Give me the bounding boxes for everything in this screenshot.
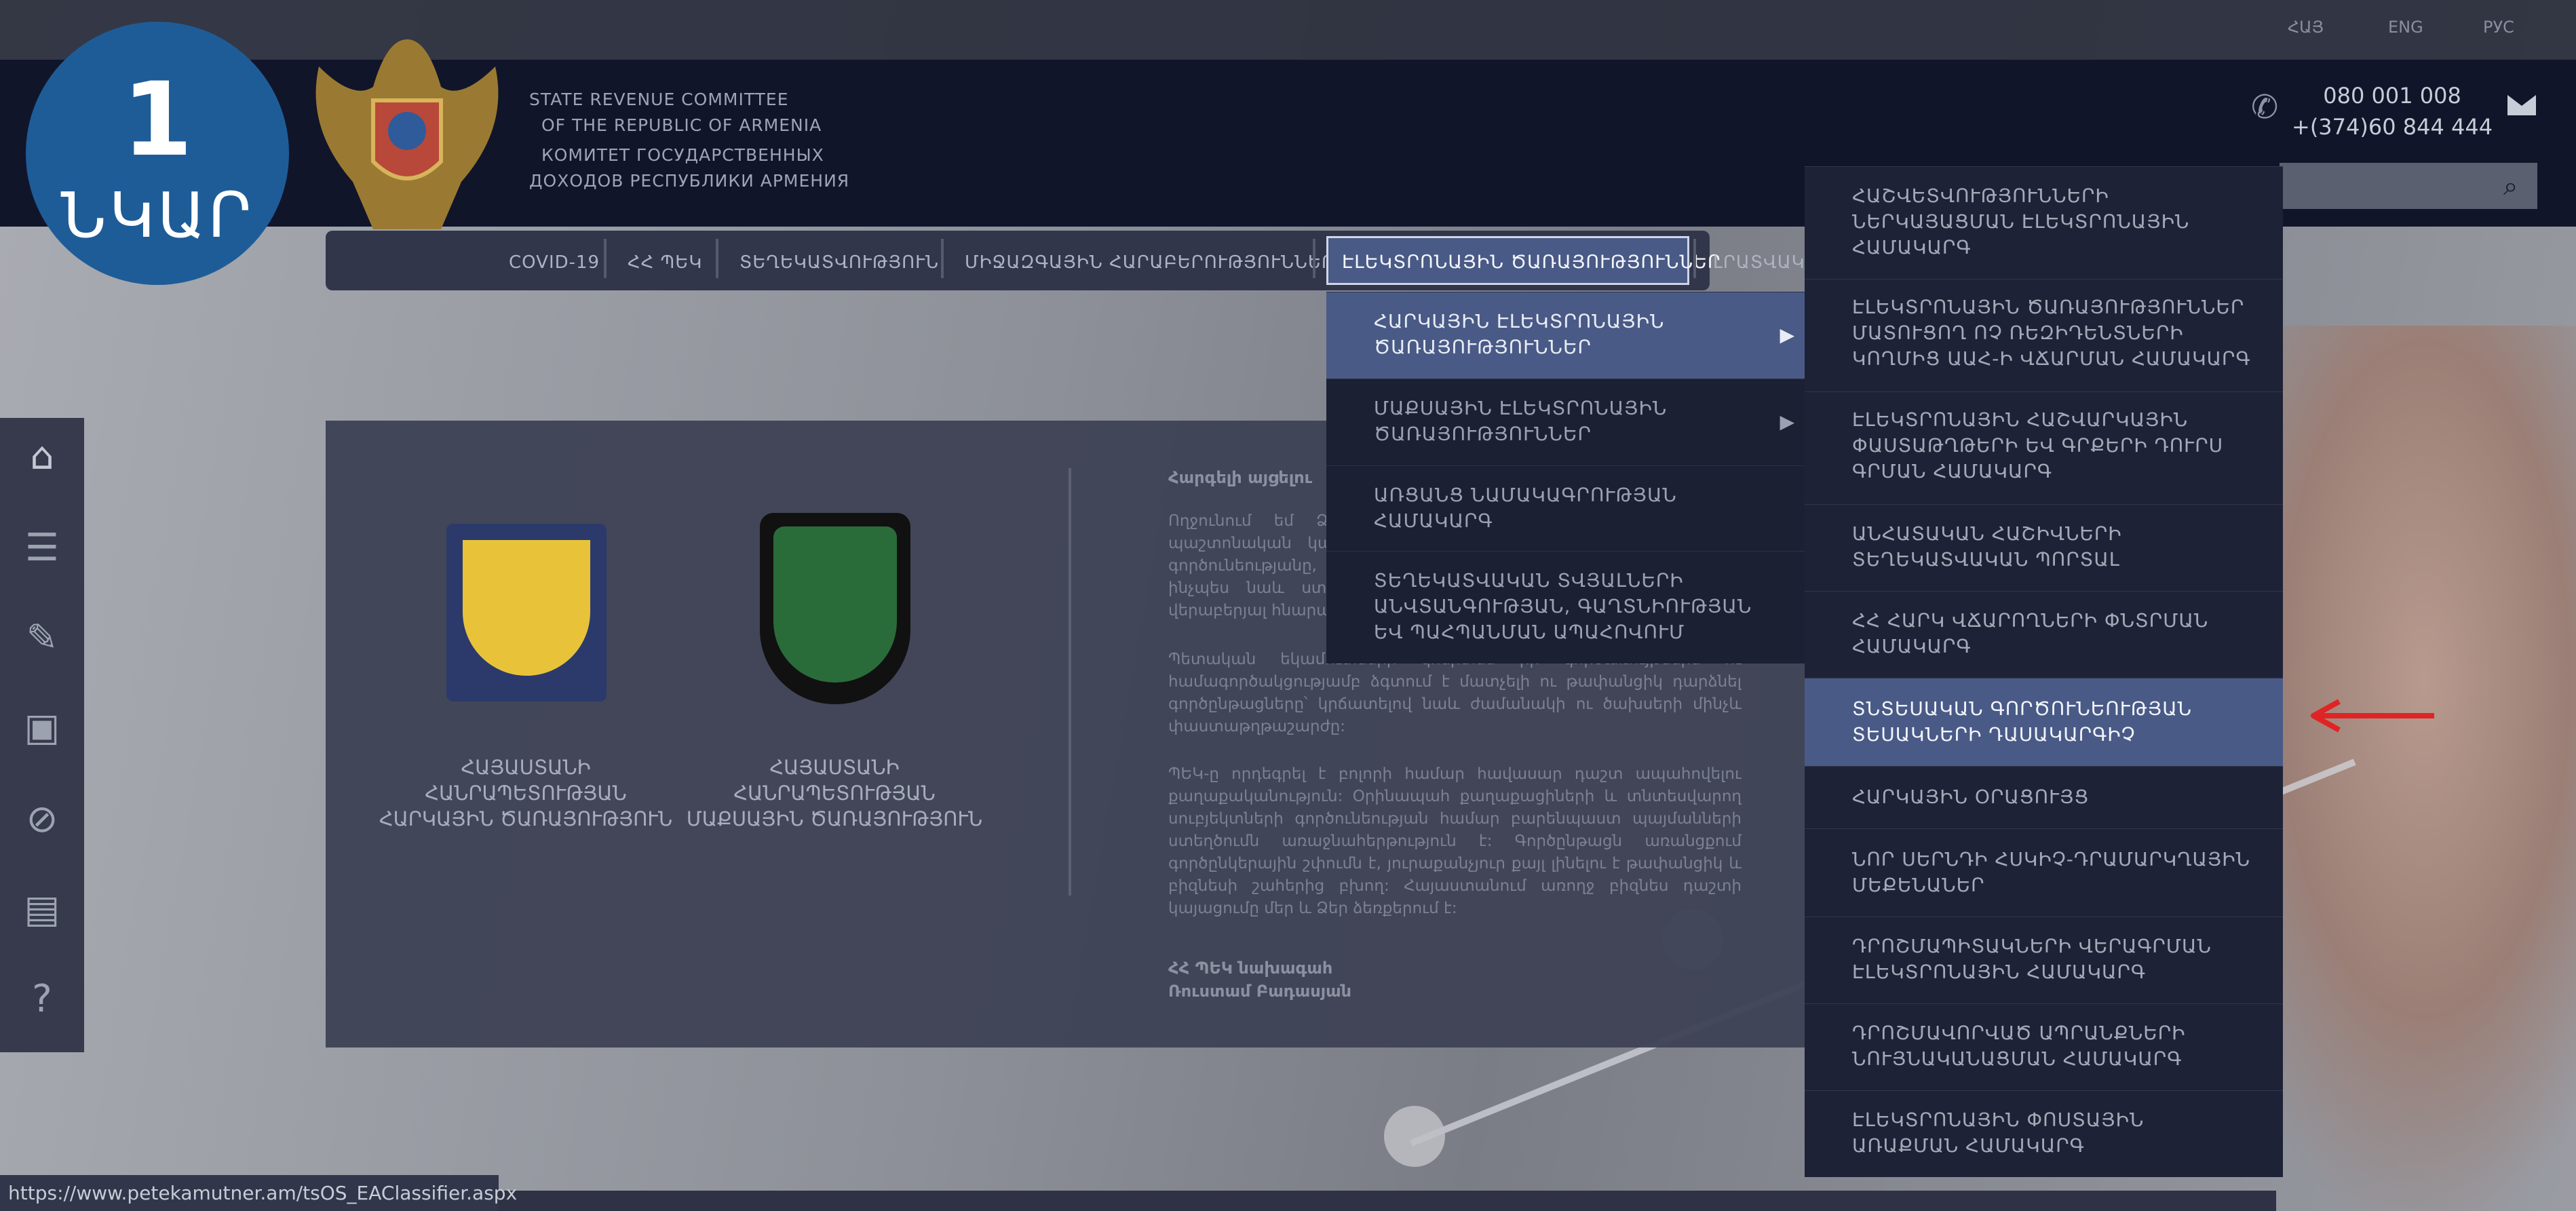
lang-hy[interactable]: ՀԱՅ [2288, 18, 2324, 37]
phone-number-1[interactable]: 080 001 008 [2292, 80, 2493, 111]
status-bar: https://www.petekamutner.am/tsOS_EAClass… [0, 1175, 517, 1211]
submenu-arrow-icon: ▶ [1780, 410, 1795, 433]
submenu2-personal-accounts-portal[interactable]: ԱՆՀԱՏԱԿԱՆ ՀԱՇԻՎՆԵՐԻ ՏԵՂԵԿԱՏՎԱԿԱՆ ՊՈՐՏԱԼ [1805, 504, 2283, 591]
submenu2-excise-stamps-registration[interactable]: ԴՐՈՇՄԱՊԻՏԱԿՆԵՐԻ ՎԵՐԱԳՐՄԱՆ ԷԼԵԿՏՐՈՆԱՅԻՆ Հ… [1805, 917, 2283, 1003]
background-dot [1384, 1106, 1445, 1167]
nav-separator [604, 239, 607, 278]
nav-item-electronic-services[interactable]: ԷԼԵԿՏՐՈՆԱՅԻՆ ԾԱՌԱՅՈՒԹՅՈՒՆՆԵՐ [1326, 236, 1720, 285]
lang-ru[interactable]: РУС [2483, 18, 2514, 37]
status-url: https://www.petekamutner.am/tsOS_EAClass… [8, 1182, 518, 1204]
submenu2-e-postal-delivery[interactable]: ԷԼԵԿՏՐՈՆԱՅԻՆ ՓՈՍՏԱՅԻՆ ԱՌԱՔՄԱՆ ՀԱՄԱԿԱՐԳ [1805, 1090, 2283, 1177]
message-title: Հարգելի այցելու [1168, 468, 1313, 487]
contact-phones: 080 001 008 +(374)60 844 444 [2292, 80, 2493, 142]
panel-divider [1069, 468, 1071, 896]
org-name: STATE REVENUE COMMITTEE OF THE REPUBLIC … [529, 87, 849, 194]
submenu2-taxpayer-search[interactable]: ՀՀ ՀԱՐԿ ՎՃԱՐՈՂՆԵՐԻ ՓՆՏՐՄԱՆ ՀԱՄԱԿԱՐԳ [1805, 591, 2283, 678]
submenu-online-correspondence[interactable]: ԱՌՑԱՆՑ ՆԱՄԱԿԱԳՐՈՒԹՅԱՆ ՀԱՄԱԿԱՐԳ [1326, 465, 1805, 551]
nav-separator [1313, 239, 1315, 278]
mail-icon[interactable] [2507, 95, 2536, 115]
tax-service-label: ՀԱՅԱՍՏԱՆԻ ՀԱՆՐԱՊԵՏՈՒԹՅԱՆ ՀԱՐԿԱՅԻՆ ԾԱՌԱՅՈ… [379, 756, 673, 830]
submenu2-nonresident-vat[interactable]: ԷԼԵԿՏՐՈՆԱՅԻՆ ԾԱՌԱՅՈՒԹՅՈՒՆՆԵՐ ՄԱՏՈՒՑՈՂ ՈՉ… [1805, 279, 2283, 391]
chart-icon[interactable]: ▤ [0, 887, 84, 931]
tax-service-emblem[interactable] [446, 524, 607, 701]
tax-services-submenu: ՀԱՇՎԵՏՎՈՒԹՅՈՒՆՆԵՐԻ ՆԵՐԿԱՅԱՑՄԱՆ ԷԼԵԿՏՐՈՆԱ… [1805, 166, 2283, 1177]
lang-en[interactable]: ENG [2388, 18, 2423, 37]
annotation-arrow-icon [2311, 699, 2434, 733]
nav-item-news-partial[interactable]: ԼՐԱՏՎԱԿ [1713, 252, 1805, 273]
submenu-data-security[interactable]: ՏԵՂԵԿԱՏՎԱԿԱՆ ՏՎՅԱԼՆԵՐԻ ԱՆՎՏԱՆԳՈՒԹՅԱՆ, ԳԱ… [1326, 551, 1805, 664]
org-line-ru-1: КОМИТЕТ ГОСУДАРСТВЕННЫХ [541, 145, 824, 165]
home-icon[interactable]: ⌂ [0, 434, 84, 478]
search-icon[interactable]: ⌕ [2503, 171, 2518, 201]
list-icon[interactable]: ☰ [0, 526, 84, 570]
customs-service-emblem[interactable] [760, 513, 910, 704]
search-input[interactable] [2280, 163, 2537, 209]
electronic-services-submenu: ՀԱՐԿԱՅԻՆ ԷԼԵԿՏՐՈՆԱՅԻՆ ԾԱՌԱՅՈՒԹՅՈՒՆՆԵՐ ▶ … [1326, 292, 1805, 664]
nav-separator [941, 239, 944, 278]
phone-icon: ✆ [2251, 88, 2279, 126]
alert-icon[interactable]: ⊘ [0, 797, 84, 841]
badge-label: ՆԿԱՐ [60, 179, 254, 252]
nav-separator [716, 239, 718, 278]
org-line-ru-2: ДОХОДОВ РЕСПУБЛИКИ АРМЕНИЯ [529, 171, 850, 191]
figure-badge: 1 ՆԿԱՐ [26, 22, 289, 285]
submenu2-cash-registers[interactable]: ՆՈՐ ՍԵՐՆԴԻ ՀՍԿԻՉ-ԴՐԱՄԱՐԿՂԱՅԻՆ ՄԵՔԵՆԱՆԵՐ [1805, 828, 2283, 917]
image-icon[interactable]: ▣ [0, 706, 84, 750]
org-line-en-2: OF THE REPUBLIC OF ARMENIA [541, 115, 822, 135]
nav-item-electronic-services-label: ԷԼԵԿՏՐՈՆԱՅԻՆ ԾԱՌԱՅՈՒԹՅՈՒՆՆԵՐ [1342, 252, 1721, 273]
nav-item-covid[interactable]: COVID-19 [509, 252, 600, 273]
submenu2-activity-classifier[interactable]: ՏՆՏԵՍԱԿԱՆ ԳՈՐԾՈՒՆԵՈՒԹՅԱՆ ՏԵՍԱԿՆԵՐԻ ԴԱՍԱԿ… [1805, 678, 2283, 766]
nav-item-information[interactable]: ՏԵՂԵԿԱՏՎՈՒԹՅՈՒՆ [739, 252, 939, 273]
nav-separator [1693, 239, 1696, 278]
submenu-tax-electronic-services[interactable]: ՀԱՐԿԱՅԻՆ ԷԼԵԿՏՐՈՆԱՅԻՆ ԾԱՌԱՅՈՒԹՅՈՒՆՆԵՐ ▶ [1326, 292, 1805, 379]
nav-item-src[interactable]: ՀՀ ՊԵԿ [628, 252, 702, 273]
submenu2-stamped-goods-identification[interactable]: ԴՐՈՇՄԱՎՈՐՎԱԾ ԱՊՐԱՆՔՆԵՐԻ ՆՈՒՅՆԱԿԱՆԱՑՄԱՆ Հ… [1805, 1003, 2283, 1090]
help-icon[interactable]: ? [0, 977, 84, 1021]
wrench-icon[interactable]: ✎ [0, 616, 84, 660]
submenu-customs-electronic-services[interactable]: ՄԱՔՍԱՅԻՆ ԷԼԵԿՏՐՈՆԱՅԻՆ ԾԱՌԱՅՈՒԹՅՈՒՆՆԵՐ ▶ [1326, 379, 1805, 465]
submenu-arrow-icon: ▶ [1780, 324, 1795, 346]
message-paragraph-3: ՊԵԿ-ը որդեգրել է բոլորի համար հավասար դա… [1168, 765, 1742, 917]
submenu2-e-invoicing[interactable]: ԷԼԵԿՏՐՈՆԱՅԻՆ ՀԱՇՎԱՐԿԱՅԻՆ ՓԱՍՏԱԹՂԹԵՐԻ ԵՎ … [1805, 391, 2283, 504]
phone-number-2[interactable]: +(374)60 844 444 [2292, 111, 2493, 142]
badge-number: 1 [121, 61, 193, 179]
customs-service-label: ՀԱՅԱՍՏԱՆԻ ՀԱՆՐԱՊԵՏՈՒԹՅԱՆ ՄԱՔՍԱՅԻՆ ԾԱՌԱՅՈ… [686, 756, 983, 830]
submenu2-reporting-system[interactable]: ՀԱՇՎԵՏՎՈՒԹՅՈՒՆՆԵՐԻ ՆԵՐԿԱՅԱՑՄԱՆ ԷԼԵԿՏՐՈՆԱ… [1805, 166, 2283, 279]
submenu2-tax-calendar[interactable]: ՀԱՐԿԱՅԻՆ ՕՐԱՑՈՒՅՑ [1805, 766, 2283, 828]
signature-name: Ռուստամ Բադասյան [1168, 982, 1352, 1001]
nav-item-international[interactable]: ՄԻՋԱԶԳԱՅԻՆ ՀԱՐԱԲԵՐՈՒԹՅՈՒՆՆԵՐ [965, 252, 1334, 273]
org-line-en-1: STATE REVENUE COMMITTEE [529, 90, 789, 109]
coat-of-arms-logo[interactable] [292, 26, 522, 236]
signature-role: ՀՀ ՊԵԿ նախագահ [1168, 959, 1333, 978]
bottom-strip [499, 1191, 2276, 1211]
